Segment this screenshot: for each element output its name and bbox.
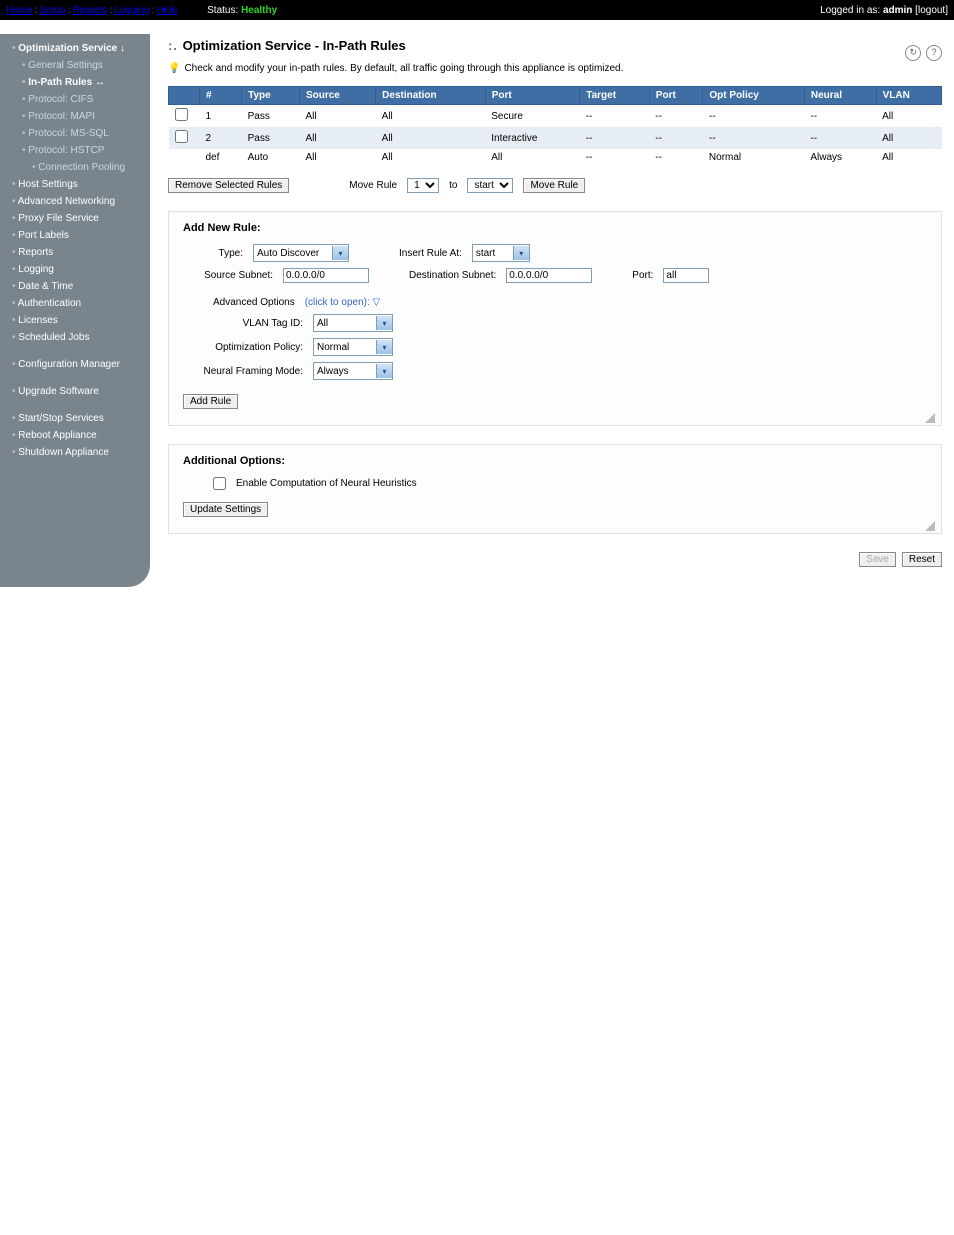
move-rule-position-select[interactable]: start [467, 178, 513, 193]
column-header: Port [649, 87, 703, 105]
insert-at-select[interactable]: ▾ [472, 244, 530, 262]
move-rule-label: Move Rule [349, 180, 397, 191]
nav-logging[interactable]: Logging [114, 5, 150, 16]
page-title: :. Optimization Service - In-Path Rules [168, 38, 942, 53]
column-header: Type [242, 87, 300, 105]
sidebar-item[interactable]: Optimization Service ↓ [0, 40, 150, 57]
refresh-icon[interactable]: ↻ [905, 45, 921, 61]
triangle-down-icon: ▽ [373, 297, 381, 308]
destination-subnet-input[interactable] [506, 268, 592, 283]
chevron-down-icon: ▾ [513, 246, 529, 260]
sidebar-item[interactable]: Date & Time [0, 278, 150, 295]
chevron-down-icon: ▾ [332, 246, 348, 260]
move-rule-number-select[interactable]: 1 [407, 178, 439, 193]
sidebar-item[interactable]: General Settings [0, 57, 150, 74]
nav-setup[interactable]: Setup [39, 5, 65, 16]
sidebar-item[interactable]: Advanced Networking [0, 193, 150, 210]
sidebar-item[interactable]: Scheduled Jobs [0, 329, 150, 346]
remove-selected-button[interactable]: Remove Selected Rules [168, 178, 289, 193]
port-input[interactable] [663, 268, 709, 283]
column-header: Neural [804, 87, 876, 105]
sidebar-item[interactable]: Connection Pooling [0, 159, 150, 176]
sidebar-item[interactable]: Upgrade Software [0, 383, 150, 400]
sidebar-item[interactable]: Protocol: CIFS [0, 91, 150, 108]
reset-button[interactable]: Reset [902, 552, 942, 567]
additional-options-panel: Additional Options: Enable Computation o… [168, 444, 942, 534]
enable-neural-heuristics-label: Enable Computation of Neural Heuristics [236, 478, 417, 489]
table-row: 2PassAllAllInteractive--------All [169, 127, 942, 149]
sidebar-item[interactable]: Protocol: HSTCP [0, 142, 150, 159]
additional-options-title: Additional Options: [183, 455, 927, 467]
chevron-down-icon: ▾ [376, 364, 392, 378]
sidebar-item[interactable]: Logging [0, 261, 150, 278]
sidebar-item[interactable]: Host Settings [0, 176, 150, 193]
logout-link[interactable]: logout [918, 5, 945, 16]
sidebar-item[interactable]: In-Path Rules ↔ [0, 74, 150, 91]
sidebar-item[interactable]: Port Labels [0, 227, 150, 244]
footer-buttons: Save Reset [168, 552, 942, 567]
sidebar-item[interactable]: Protocol: MS-SQL [0, 125, 150, 142]
column-header: Source [299, 87, 375, 105]
optimization-policy-select[interactable]: ▾ [313, 338, 393, 356]
chevron-down-icon: ▾ [376, 340, 392, 354]
rules-table: #TypeSourceDestinationPortTargetPortOpt … [168, 86, 942, 166]
column-header: Port [485, 87, 579, 105]
status-value: Healthy [241, 5, 277, 16]
column-header: Opt Policy [703, 87, 804, 105]
chevron-down-icon: ▾ [376, 316, 392, 330]
sidebar-item[interactable]: Shutdown Appliance [0, 444, 150, 461]
nav-home[interactable]: Home [6, 5, 33, 16]
advanced-options-toggle[interactable]: (click to open): ▽ [305, 297, 381, 308]
current-user: admin [883, 5, 912, 16]
sidebar-item[interactable]: Reboot Appliance [0, 427, 150, 444]
lightbulb-icon: 💡 [168, 63, 180, 74]
vlan-select[interactable]: ▾ [313, 314, 393, 332]
update-settings-button[interactable]: Update Settings [183, 502, 268, 517]
top-nav-bar: Home:Setup:Reports:Logging:Help Status: … [0, 0, 954, 20]
save-button[interactable]: Save [859, 552, 896, 567]
source-subnet-input[interactable] [283, 268, 369, 283]
sidebar-item[interactable]: Authentication [0, 295, 150, 312]
add-rule-panel: Add New Rule: Type: ▾ Insert Rule At: ▾ … [168, 211, 942, 426]
sidebar-item[interactable]: Configuration Manager [0, 356, 150, 373]
nav-reports[interactable]: Reports [72, 5, 107, 16]
row-select-checkbox[interactable] [175, 130, 188, 143]
sidebar-item[interactable]: Licenses [0, 312, 150, 329]
sidebar-item[interactable]: Start/Stop Services [0, 410, 150, 427]
column-header: VLAN [876, 87, 941, 105]
login-info: Logged in as: admin [logout] [820, 5, 948, 16]
nav-help[interactable]: Help [157, 5, 178, 16]
sidebar-item[interactable]: Reports [0, 244, 150, 261]
main-content: :. Optimization Service - In-Path Rules … [150, 34, 954, 587]
table-row: defAutoAllAllAll----NormalAlwaysAll [169, 149, 942, 166]
table-row: 1PassAllAllSecure--------All [169, 105, 942, 128]
neural-framing-select[interactable]: ▾ [313, 362, 393, 380]
add-rule-button[interactable]: Add Rule [183, 394, 238, 409]
status: Status: Healthy [207, 5, 277, 16]
add-rule-title: Add New Rule: [183, 222, 927, 234]
type-select[interactable]: ▾ [253, 244, 349, 262]
column-header: # [200, 87, 242, 105]
page-description: 💡Check and modify your in-path rules. By… [168, 63, 942, 74]
sidebar-item[interactable]: Protocol: MAPI [0, 108, 150, 125]
help-icon[interactable]: ? [926, 45, 942, 61]
rules-toolbar: Remove Selected Rules Move Rule 1 to sta… [168, 178, 942, 193]
sidebar-item[interactable]: Proxy File Service [0, 210, 150, 227]
row-select-checkbox[interactable] [175, 108, 188, 121]
move-rule-button[interactable]: Move Rule [523, 178, 585, 193]
sidebar: Optimization Service ↓General SettingsIn… [0, 34, 150, 587]
column-header: Target [580, 87, 650, 105]
column-header: Destination [376, 87, 486, 105]
enable-neural-heuristics-checkbox[interactable] [213, 477, 226, 490]
